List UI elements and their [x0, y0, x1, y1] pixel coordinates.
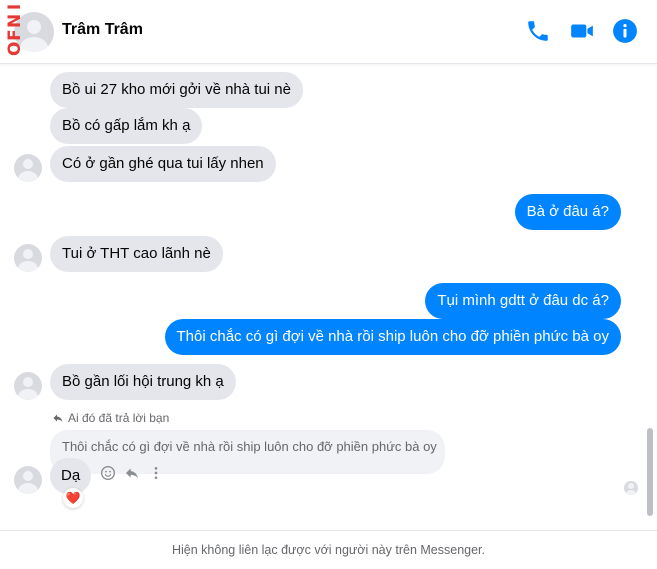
message-bubble-outgoing[interactable]: Tụi mình gdtt ở đâu dc á?: [425, 283, 621, 319]
seen-indicator-avatar: [624, 481, 638, 495]
heart-reaction[interactable]: ❤️: [63, 488, 83, 508]
message-bubble-incoming[interactable]: Bồ gần lối hội trung kh ạ: [50, 364, 236, 400]
contact-name[interactable]: Trâm Trâm: [62, 21, 143, 39]
scrollbar[interactable]: [647, 428, 653, 516]
sender-avatar[interactable]: [14, 372, 42, 400]
more-options-icon[interactable]: [148, 465, 164, 481]
chat-header: INFO Trâm Trâm: [0, 0, 657, 64]
message-bubble-incoming[interactable]: Bồ ui 27 kho mới gởi về nhà tui nè: [50, 72, 303, 108]
sender-avatar[interactable]: [14, 466, 42, 494]
message-list: Bồ ui 27 kho mới gởi về nhà tui nè Bồ có…: [0, 64, 657, 530]
unavailable-notice: Hiện không liên lạc được với người này t…: [0, 530, 657, 565]
message-bubble-incoming[interactable]: Có ở gần ghé qua tui lấy nhen: [50, 146, 276, 182]
message-bubble-incoming[interactable]: Tui ở THT cao lãnh nè: [50, 236, 223, 272]
watermark-logo: INFO: [5, 3, 25, 56]
message-bubble-outgoing[interactable]: Bà ở đâu á?: [514, 194, 621, 230]
sender-avatar[interactable]: [14, 154, 42, 182]
reply-label-text: Ai đó đã trả lời bạn: [68, 411, 170, 425]
message-actions: [100, 465, 164, 481]
sender-avatar[interactable]: [14, 244, 42, 272]
reply-icon[interactable]: [124, 465, 140, 481]
info-icon[interactable]: [612, 18, 638, 44]
reply-indicator: Ai đó đã trả lời bạn: [52, 411, 169, 425]
reply-arrow-icon: [53, 414, 63, 422]
message-bubble-incoming[interactable]: Bồ có gấp lắm kh ạ: [50, 108, 203, 144]
video-camera-icon[interactable]: [569, 18, 595, 44]
phone-icon[interactable]: [525, 18, 551, 44]
message-bubble-outgoing[interactable]: Thôi chắc có gì đợi về nhà rồi ship luôn…: [164, 319, 621, 355]
emoji-reaction-icon[interactable]: [100, 465, 116, 481]
